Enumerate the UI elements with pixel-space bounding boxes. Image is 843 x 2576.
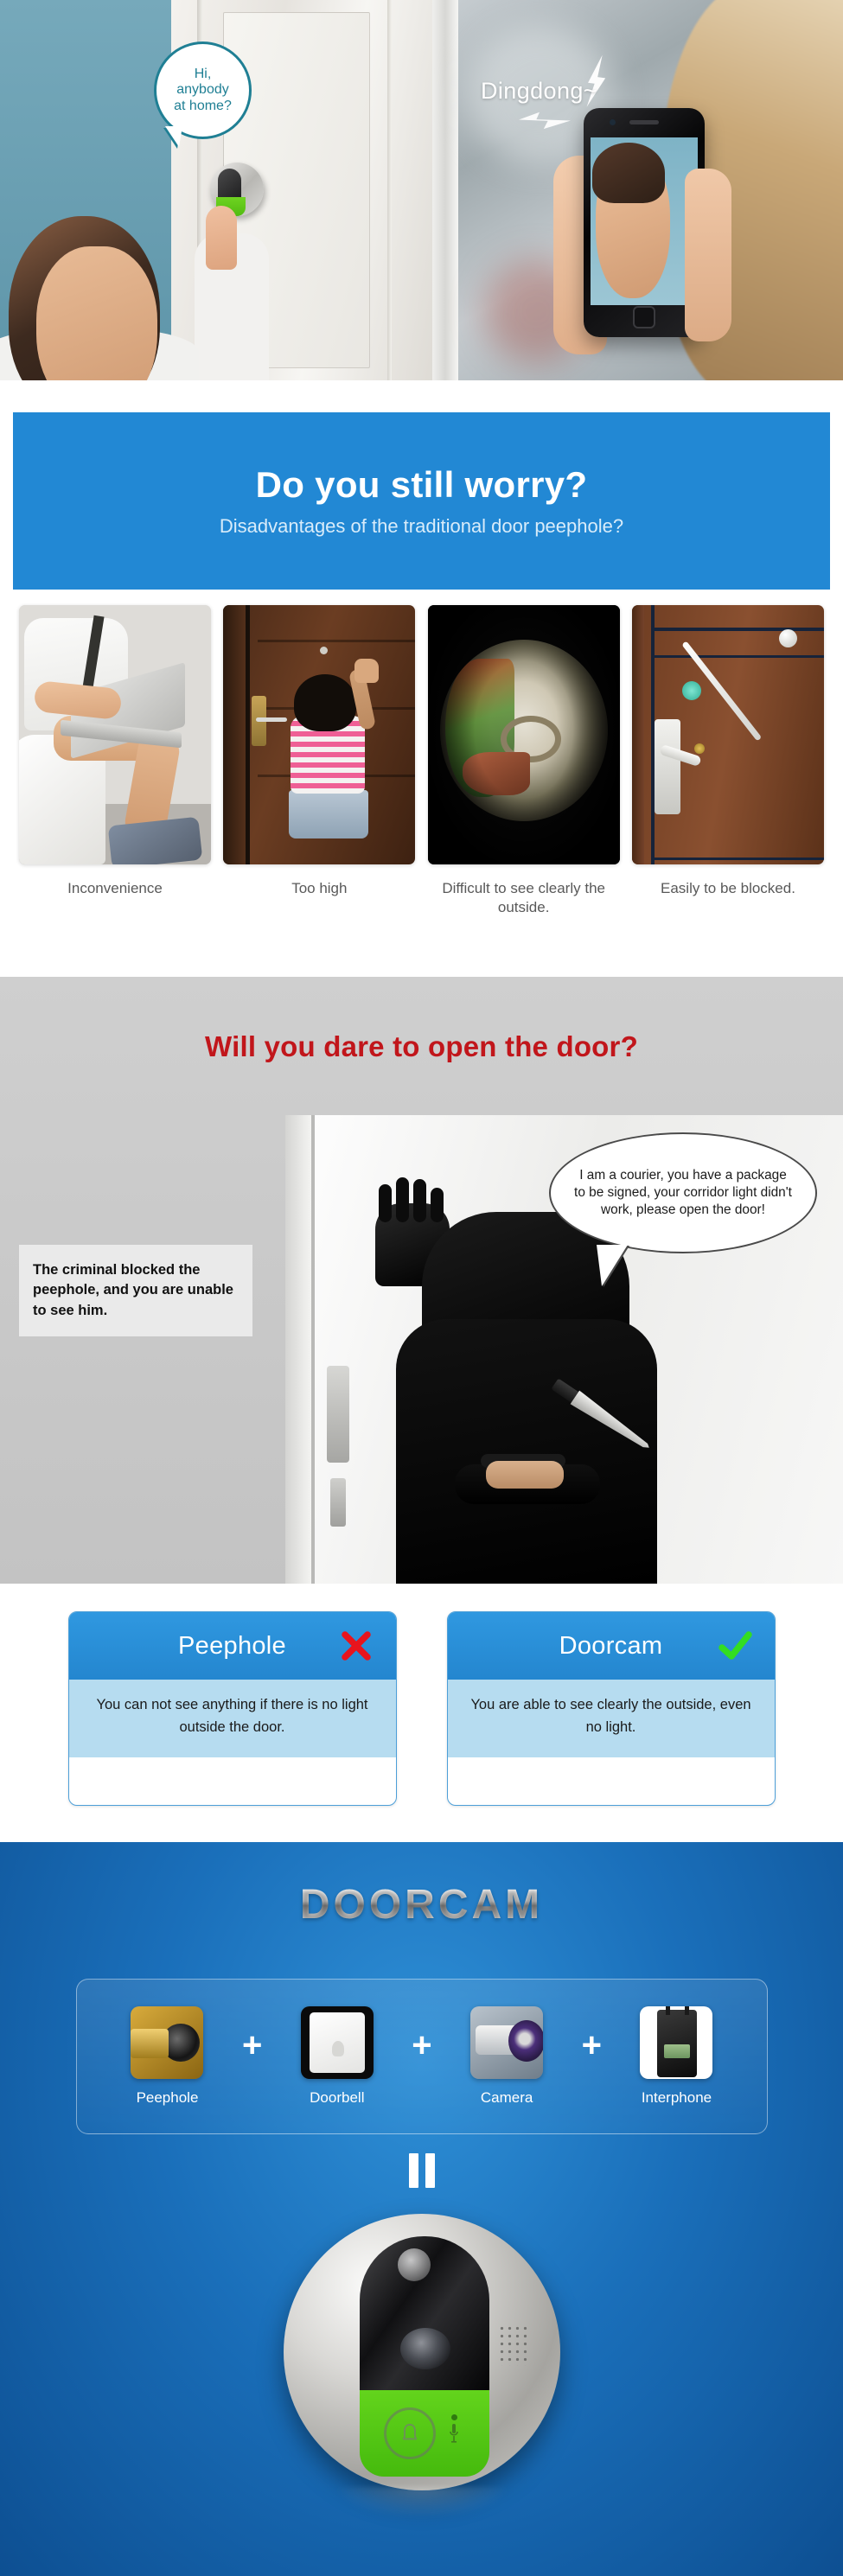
comparison-card-header: Peephole: [68, 1612, 396, 1680]
device-front: [360, 2236, 489, 2478]
hero-left-panel: Hi, anybody at home?: [0, 0, 432, 380]
wall-doorbell-image: [300, 2006, 374, 2079]
brass-peephole-image: [131, 2006, 204, 2079]
equals-icon: [0, 2153, 843, 2192]
walkie-talkie-image: [640, 2006, 713, 2079]
bullet-camera-image: [470, 2006, 544, 2079]
speech-bubble-tail: [597, 1245, 628, 1286]
banner-title: Do you still worry?: [255, 464, 588, 505]
device-light-sensor: [398, 2248, 431, 2281]
phone-earpiece: [629, 120, 659, 124]
comparison-card-doorcam: Doorcam You are able to see clearly the …: [446, 1611, 776, 1806]
doorbell-button[interactable]: [384, 2407, 436, 2459]
problem-caption: Easily to be blocked.: [661, 880, 795, 896]
door-lock-plate: [327, 1366, 349, 1463]
cross-icon: [339, 1629, 374, 1663]
plus-icon: +: [241, 2026, 263, 2064]
problem-card: Inconvenience: [19, 605, 211, 916]
problem-card: Too high: [223, 605, 416, 916]
problem-grid: Inconvenience Too high Difficult to see …: [0, 605, 843, 916]
hero-right-door-edge: [432, 0, 458, 380]
hero-speech-bubble: Hi, anybody at home?: [154, 41, 252, 139]
speaker-grille-icon: [498, 2324, 531, 2366]
comparison-body: You can not see anything if there is no …: [68, 1680, 396, 1757]
criminal-speech-bubble: I am a courier, you have a package to be…: [549, 1132, 817, 1253]
criminal-note-box: The criminal blocked the peephole, and y…: [19, 1245, 252, 1337]
equation-item-label: Doorbell: [310, 2089, 365, 2106]
product-section: DOORCAM Peephole + Doorbell + Camera + I…: [0, 1842, 843, 2576]
blocked-peephole-photo: [631, 605, 824, 864]
holding-hand-fingers: [685, 169, 731, 341]
device-button-panel: [360, 2390, 489, 2477]
equation-item-label: Peephole: [136, 2089, 199, 2106]
problem-caption: Difficult to see clearly the outside.: [442, 880, 605, 916]
equation-item-interphone: Interphone: [623, 2006, 729, 2107]
plus-icon: +: [412, 2026, 432, 2064]
microphone-icon: [450, 2414, 458, 2444]
hero-section: Hi, anybody at home? Dingdong~: [0, 0, 843, 380]
visitor-video-hair: [592, 143, 665, 203]
problem-caption: Inconvenience: [67, 880, 163, 896]
hero-right-panel: Dingdong~: [432, 0, 843, 380]
problem-card: Difficult to see clearly the outside.: [427, 605, 620, 916]
equation-item-label: Camera: [480, 2089, 533, 2106]
visitor-finger: [206, 206, 237, 270]
comparison-section: Peephole You can not see anything if the…: [0, 1611, 843, 1806]
doorcam-device: [284, 2214, 560, 2518]
criminal-body: [396, 1319, 657, 1584]
check-icon: [718, 1629, 752, 1663]
door-lock-plate-lower: [330, 1478, 346, 1527]
worry-banner: Do you still worry? Disadvantages of the…: [13, 412, 830, 590]
device-reflection: [335, 2487, 508, 2518]
comparison-body: You are able to see clearly the outside,…: [447, 1680, 775, 1757]
phone-screen: [591, 137, 698, 305]
problem-card: Easily to be blocked.: [631, 605, 824, 916]
criminal-hands: [486, 1461, 564, 1489]
criminal-scene-photo: I am a courier, you have a package to be…: [285, 1115, 843, 1584]
dingdong-label: Dingdong~: [481, 78, 597, 104]
child-at-door-photo: [223, 605, 416, 864]
dark-fisheye-photo: [427, 605, 620, 864]
plus-icon: +: [581, 2026, 602, 2064]
phone-front-camera-icon: [610, 119, 616, 125]
equation-box: Peephole + Doorbell + Camera + Interphon…: [76, 1979, 768, 2134]
toilet-laptop-photo: [19, 605, 211, 864]
danger-heading: Will you dare to open the door?: [205, 1030, 638, 1062]
comparison-title: Peephole: [178, 1631, 286, 1660]
bell-icon: [400, 2423, 419, 2444]
visitor-face: [36, 246, 157, 380]
problem-caption: Too high: [291, 880, 348, 896]
device-lens-panel: [360, 2236, 489, 2390]
product-title: DOORCAM: [0, 1881, 843, 1929]
product-landing-page: Hi, anybody at home? Dingdong~ Do you st…: [0, 0, 843, 2576]
comparison-title: Doorcam: [559, 1631, 663, 1660]
phone-home-button: [633, 306, 655, 328]
equation-item-peephole: Peephole: [114, 2006, 220, 2107]
banner-subtitle: Disadvantages of the traditional door pe…: [219, 515, 624, 537]
comparison-card-peephole: Peephole You can not see anything if the…: [67, 1611, 397, 1806]
equation-item-camera: Camera: [454, 2006, 559, 2107]
danger-section: Will you dare to open the door? I am a c…: [0, 977, 843, 1584]
hero-speech-text: Hi, anybody at home?: [174, 66, 232, 113]
device-camera-lens: [400, 2328, 450, 2369]
comparison-card-header: Doorcam: [447, 1612, 775, 1680]
equation-item-doorbell: Doorbell: [284, 2006, 390, 2107]
equation-item-label: Interphone: [641, 2089, 712, 2106]
